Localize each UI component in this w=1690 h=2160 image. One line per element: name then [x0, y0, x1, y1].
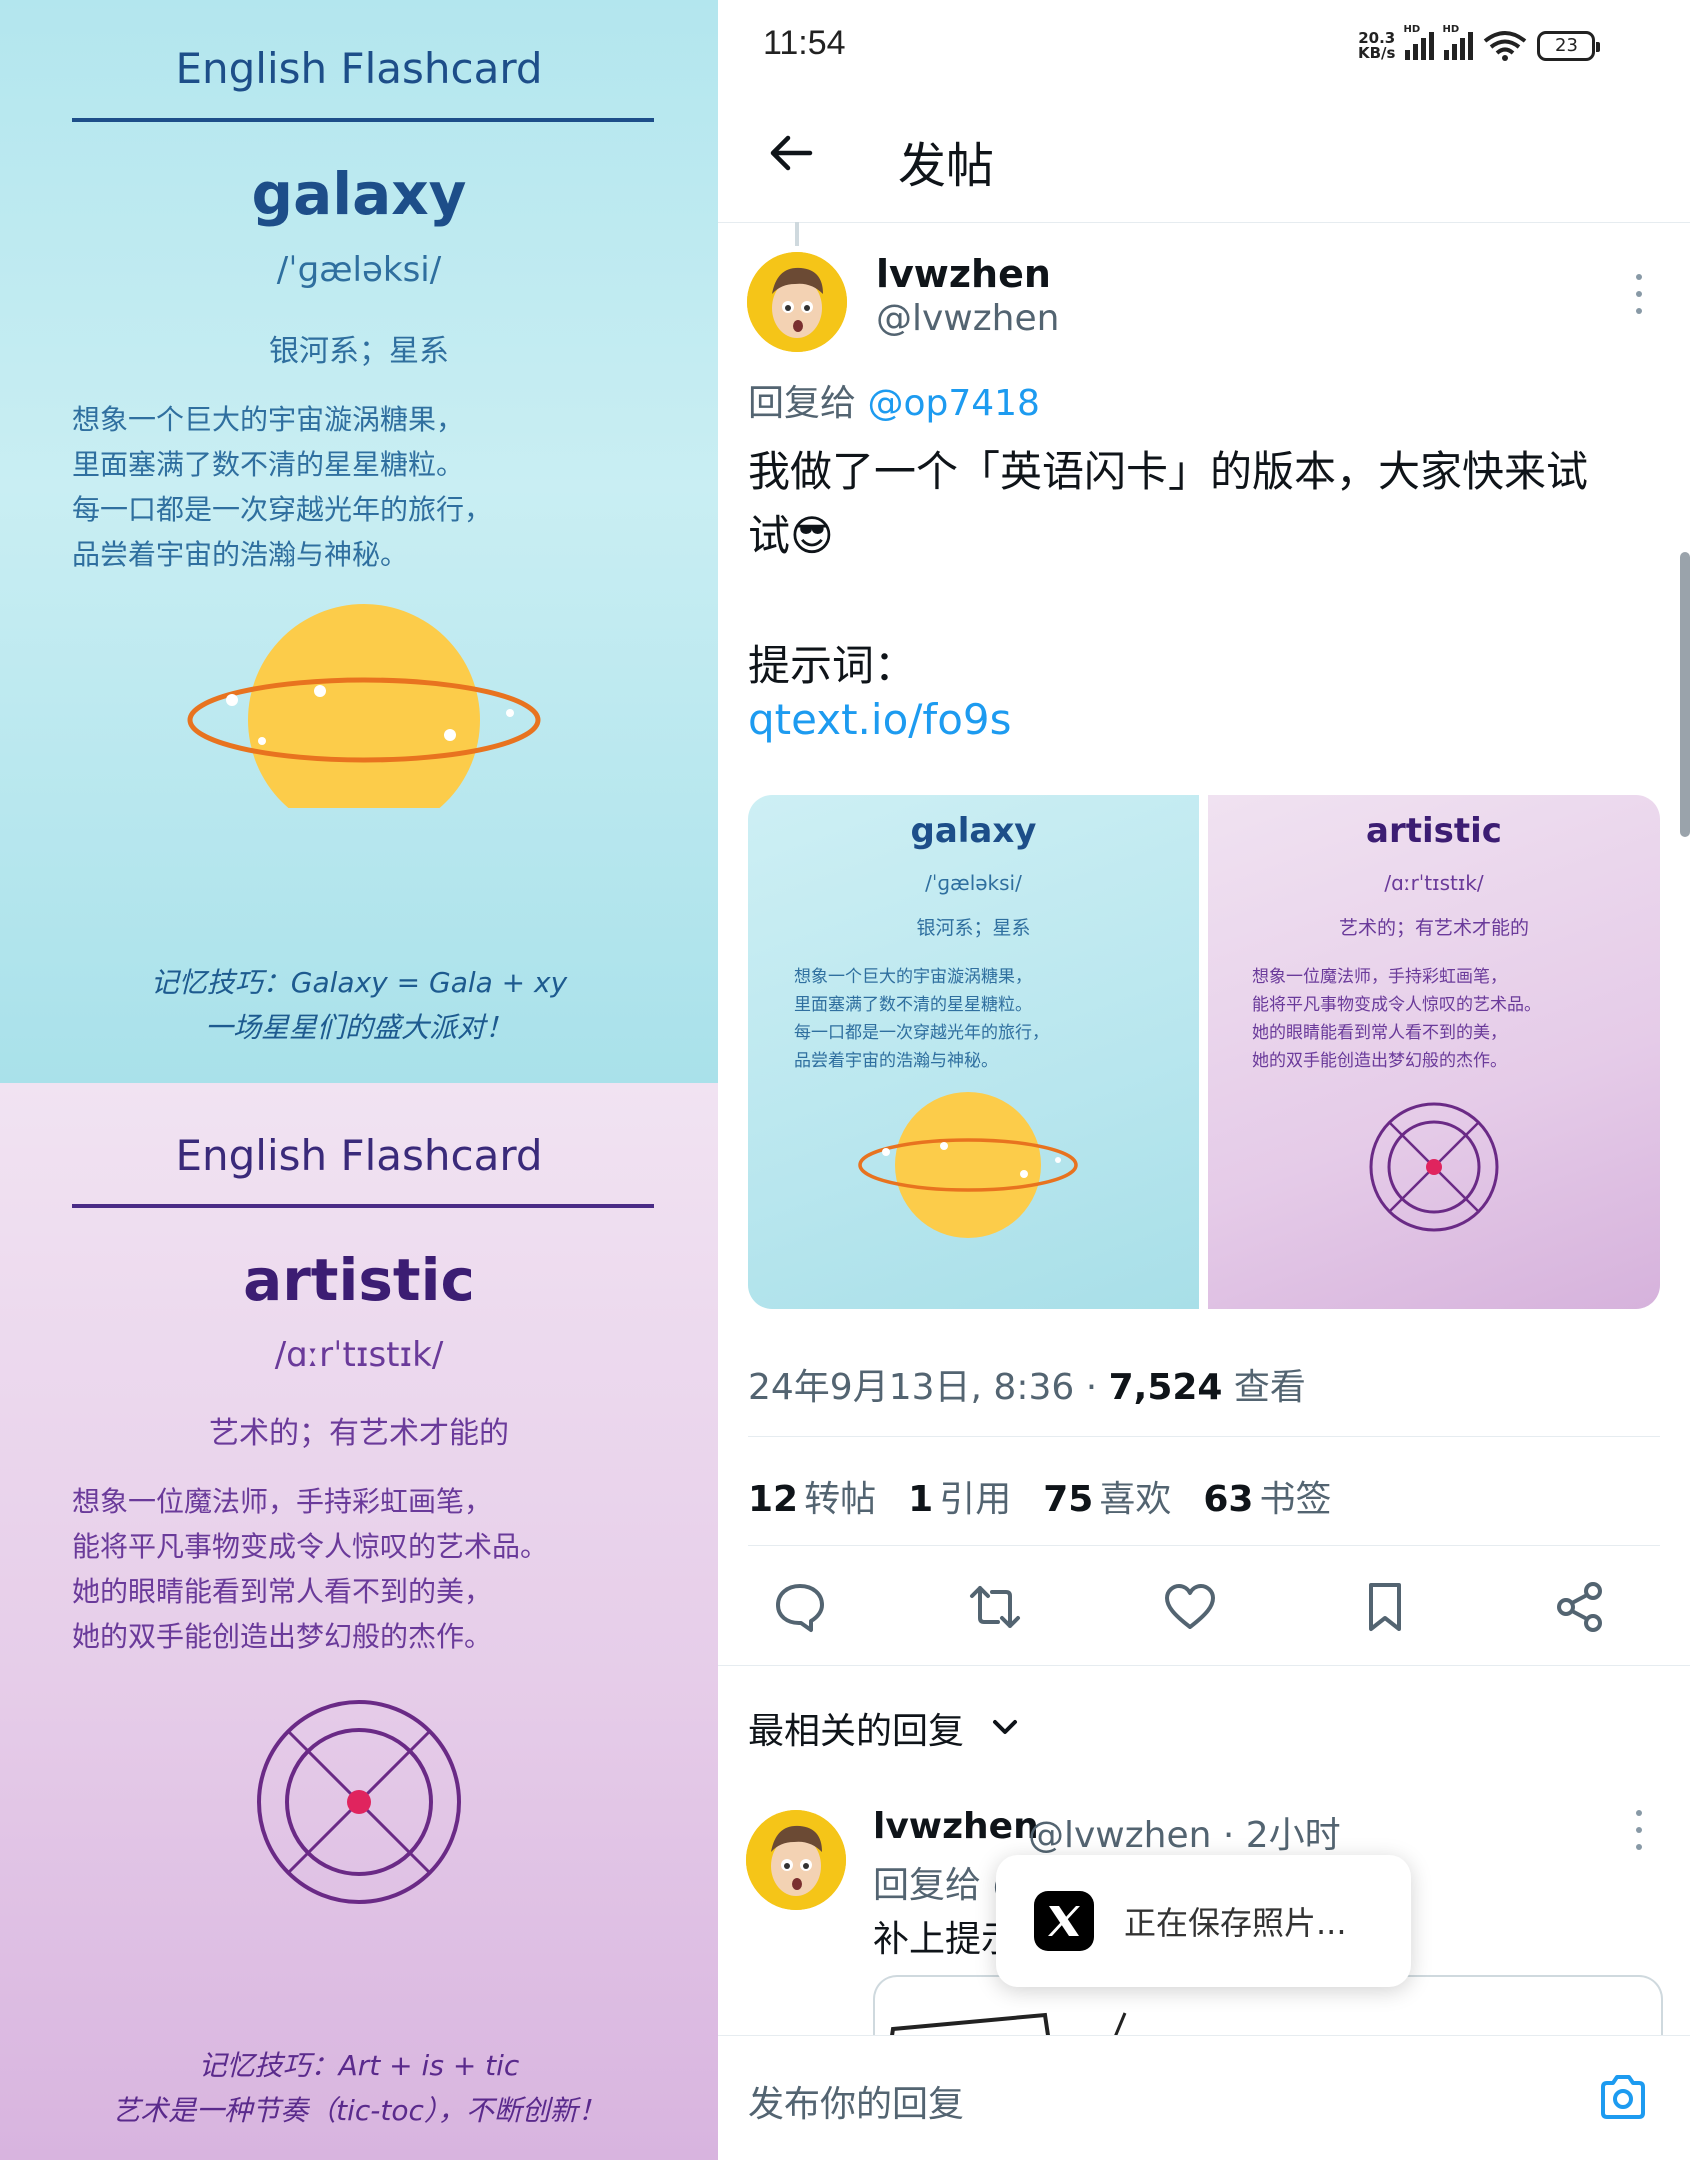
stat-reposts[interactable]: 12 转帖 [748, 1470, 876, 1522]
author-name[interactable]: lvwzhen [876, 252, 1051, 296]
media-grid: galaxy /ˈɡæləksi/ 银河系；星系 想象一个巨大的宇宙漩涡糖果， … [748, 795, 1660, 1309]
x-logo-icon [1034, 1891, 1094, 1951]
wifi-icon [1484, 31, 1527, 61]
signal-icon: HD [1442, 24, 1474, 60]
tile-phonetic: /ˈɡæləksi/ [925, 871, 1022, 895]
flashcard-galaxy[interactable]: English Flashcard galaxy /ˈɡæləksi/ 银河系；… [0, 0, 718, 1083]
card-meaning: 艺术的；有艺术才能的 [209, 1416, 509, 1451]
camera-icon[interactable] [1598, 2072, 1648, 2122]
card-word: galaxy [251, 160, 467, 228]
card-phonetic: /ɑːrˈtɪstɪk/ [274, 1335, 444, 1375]
post-meta: 24年9月13日, 8:36 · 7,524 查看 [748, 1367, 1306, 1408]
card-header: English Flashcard [175, 44, 543, 93]
card-divider [72, 1204, 654, 1208]
author-handle[interactable]: @lvwzhen [876, 298, 1059, 339]
chevron-down-icon[interactable] [988, 1710, 1022, 1744]
post-timestamp: 24年9月13日, 8:36 · [748, 1367, 1109, 1408]
view-count: 7,524 [1108, 1367, 1223, 1408]
tile-meaning: 艺术的；有艺术才能的 [1338, 917, 1529, 939]
avatar[interactable] [747, 252, 847, 352]
reply-sort-dropdown[interactable]: 最相关的回复 [748, 1702, 964, 1754]
reply-author-handle[interactable]: @lvwzhen · 2小时 [1028, 1806, 1341, 1858]
save-photo-toast: 正在保存照片... [996, 1855, 1411, 1987]
engagement-stats: 12 转帖 1 引用 75 喜欢 63 书签 [748, 1470, 1331, 1522]
more-options-icon[interactable] [1633, 1810, 1645, 1850]
card-divider [72, 118, 654, 122]
card-header: English Flashcard [175, 1131, 543, 1180]
target-illustration [257, 1700, 461, 1904]
card-story: 想象一个巨大的宇宙漩涡糖果， 里面塞满了数不清的星星糖粒。 每一口都是一次穿越光… [72, 403, 493, 571]
flashcard-artistic[interactable]: English Flashcard artistic /ɑːrˈtɪstɪk/ … [0, 1083, 718, 2160]
reply-author-name[interactable]: lvwzhen [873, 1806, 1039, 1847]
planet-illustration [187, 604, 541, 808]
mention-link[interactable]: @op7418 [867, 383, 1040, 424]
scrollbar[interactable] [1680, 552, 1690, 837]
flashcard-images: English Flashcard galaxy /ˈɡæləksi/ 银河系；… [0, 0, 718, 2160]
memoji-avatar-icon [746, 1810, 846, 1910]
page-title: 发帖 [898, 138, 995, 194]
more-options-icon[interactable] [1633, 274, 1645, 314]
status-time: 11:54 [763, 24, 846, 62]
arrow-left-icon[interactable] [766, 128, 816, 178]
divider [748, 1436, 1660, 1437]
post-text: 我做了一个「英语闪卡」的版本，大家快来试 试😎 [748, 447, 1589, 560]
card-memory-tip: 记忆技巧：Art + is + tic 艺术是一种节奏（tic-toc），不断创… [112, 2049, 606, 2127]
status-icons: 20.3 KB/s HD HD 23 [1358, 24, 1601, 64]
divider [748, 1545, 1660, 1546]
stat-bookmarks[interactable]: 63 书签 [1203, 1470, 1331, 1522]
retweet-icon[interactable] [968, 1580, 1022, 1634]
card-phonetic: /ˈɡæləksi/ [276, 250, 442, 290]
signal-icon: HD [1403, 24, 1435, 60]
reply-context: 回复给 @op7418 [748, 383, 1040, 424]
tile-word: galaxy [910, 811, 1037, 851]
tile-story: 想象一位魔法师，手持彩虹画笔， 能将平凡事物变成令人惊叹的艺术品。 她的眼睛能看… [1252, 967, 1541, 1071]
tile-story: 想象一个巨大的宇宙漩涡糖果， 里面塞满了数不清的星星糖粒。 每一口都是一次穿越光… [794, 967, 1049, 1071]
prompt-label: 提示词： [748, 641, 917, 690]
toast-message: 正在保存照片... [1124, 1904, 1347, 1942]
divider [718, 1665, 1690, 1666]
prompt-link[interactable]: qtext.io/fo9s [748, 695, 1012, 744]
comment-icon[interactable] [773, 1580, 827, 1634]
divider [718, 222, 1690, 223]
bookmark-icon[interactable] [1358, 1580, 1412, 1634]
tile-word: artistic [1366, 811, 1502, 851]
card-word: artistic [243, 1246, 475, 1314]
card-meaning: 银河系；星系 [269, 334, 449, 369]
card-story: 想象一位魔法师，手持彩虹画笔， 能将平凡事物变成令人惊叹的艺术品。 她的眼睛能看… [72, 1485, 549, 1653]
target-illustration [1369, 1102, 1499, 1232]
tile-meaning: 银河系；星系 [916, 917, 1031, 939]
thread-connector [795, 222, 799, 246]
stat-quotes[interactable]: 1 引用 [908, 1470, 1011, 1522]
post-detail-screen: 11:54 20.3 KB/s HD HD 23 发帖 lvwzhen @lvw… [718, 0, 1690, 2160]
memoji-avatar-icon [747, 252, 847, 352]
tile-phonetic: /ɑːrˈtɪstɪk/ [1384, 871, 1484, 895]
card-memory-tip: 记忆技巧：Galaxy = Gala + xy 一场星星们的盛大派对！ [150, 966, 568, 1044]
share-icon[interactable] [1553, 1580, 1607, 1634]
stat-likes[interactable]: 75 喜欢 [1043, 1470, 1171, 1522]
battery-icon: 23 [1537, 31, 1601, 61]
avatar[interactable] [746, 1810, 846, 1910]
planet-illustration [858, 1092, 1078, 1238]
media-image-galaxy[interactable]: galaxy /ˈɡæləksi/ 银河系；星系 想象一个巨大的宇宙漩涡糖果， … [748, 795, 1199, 1309]
media-image-artistic[interactable]: artistic /ɑːrˈtɪstɪk/ 艺术的；有艺术才能的 想象一位魔法师… [1208, 795, 1660, 1309]
network-rate: 20.3 KB/s [1358, 29, 1396, 62]
heart-icon[interactable] [1163, 1580, 1217, 1634]
reply-input[interactable]: 发布你的回复 [748, 2075, 964, 2127]
